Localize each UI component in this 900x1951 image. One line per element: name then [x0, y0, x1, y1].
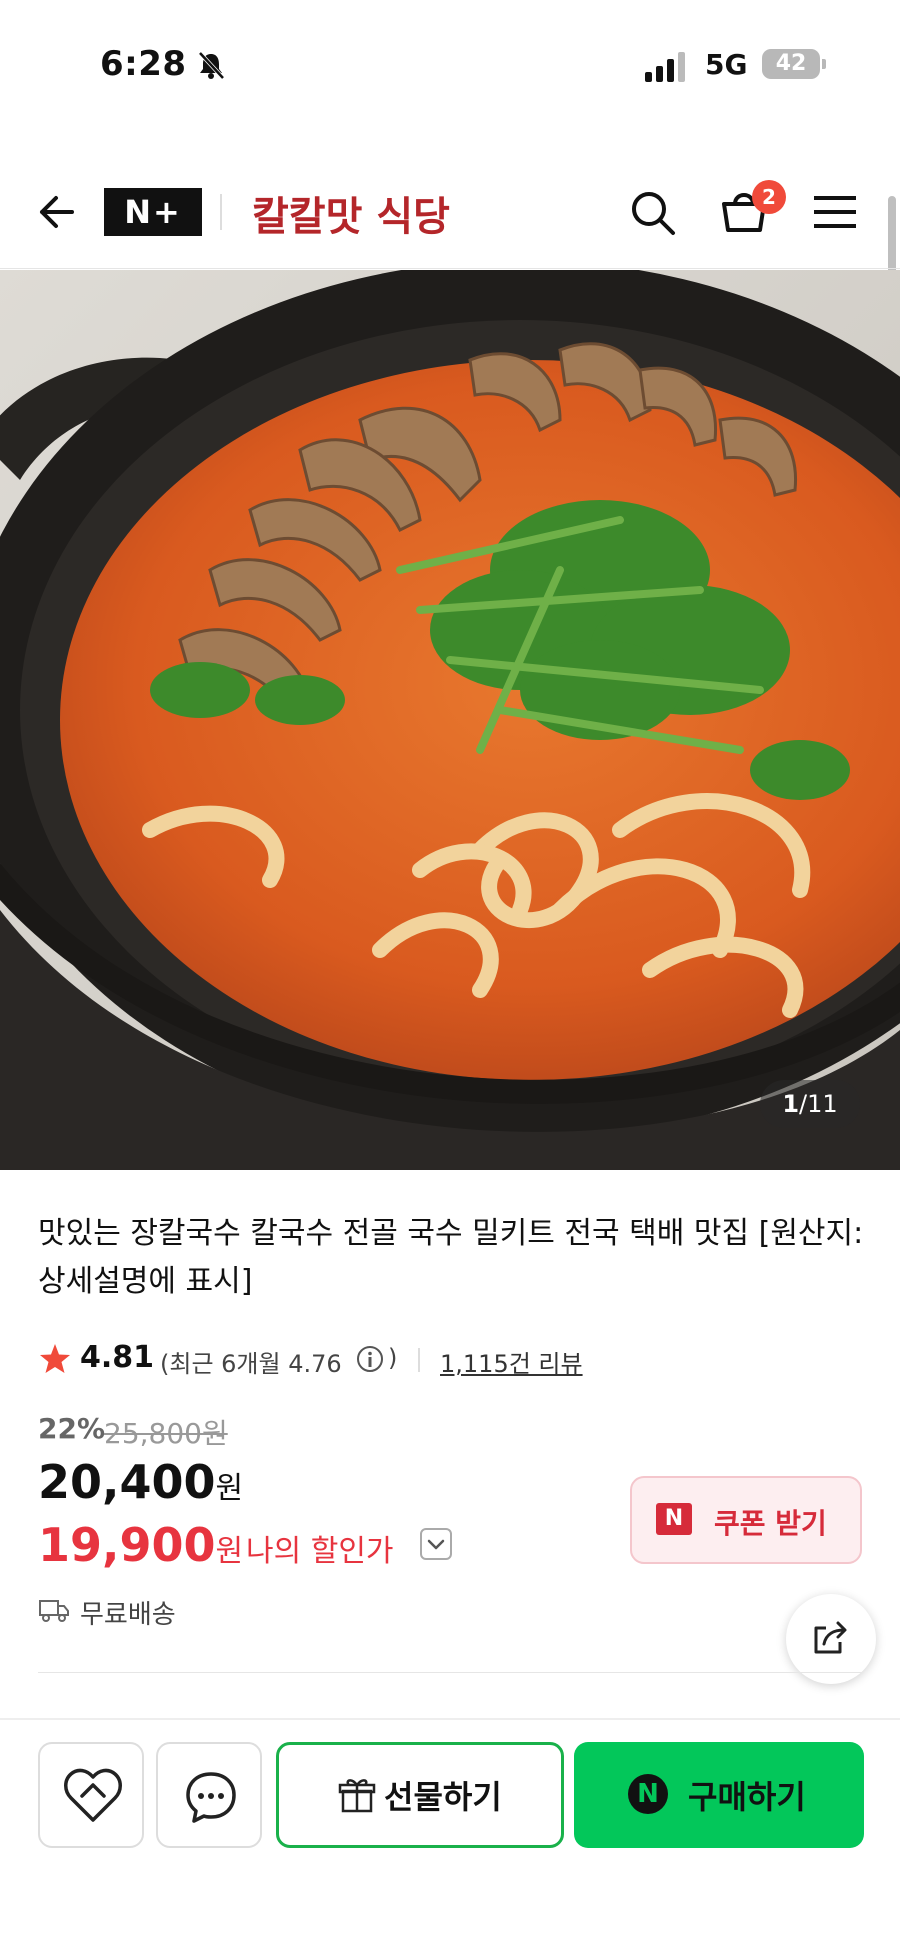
- hamburger-menu-icon[interactable]: [812, 192, 858, 232]
- search-icon[interactable]: [626, 186, 680, 240]
- truck-icon: [39, 1600, 69, 1622]
- content-divider: [38, 1672, 862, 1673]
- battery-cap: [822, 59, 826, 69]
- image-counter: 1/11: [760, 1080, 860, 1128]
- product-photo: [0, 270, 900, 1170]
- header-divider: [220, 194, 222, 230]
- gift-button-label[interactable]: 선물하기: [384, 1772, 502, 1818]
- heart-icon: [64, 1768, 122, 1822]
- back-arrow-icon[interactable]: [30, 188, 78, 236]
- status-time: 6:28: [100, 44, 187, 84]
- image-counter-total: /11: [799, 1090, 838, 1118]
- rating-separator: [418, 1348, 420, 1372]
- original-price: 25,800원: [104, 1417, 228, 1450]
- chevron-down-icon: [427, 1539, 445, 1550]
- cart-count-badge: 2: [752, 180, 786, 214]
- discount-rate: 22%: [38, 1412, 106, 1445]
- product-image[interactable]: [0, 270, 900, 1170]
- rating-value: 4.81: [80, 1340, 155, 1375]
- my-price-value: 19,900: [38, 1518, 216, 1572]
- sale-price-value: 20,400: [38, 1455, 216, 1509]
- recent-rating: (최근 6개월 4.76: [160, 1350, 342, 1378]
- network-type: 5G: [705, 48, 748, 81]
- shipping-info: 무료배송: [80, 1600, 176, 1630]
- sale-price-unit: 원: [215, 1471, 244, 1506]
- wishlist-button[interactable]: [38, 1742, 144, 1848]
- talk-button[interactable]: [156, 1742, 262, 1848]
- gift-icon: [338, 1779, 376, 1813]
- home-indicator-area: [0, 1880, 900, 1951]
- header-divider-line: [0, 268, 900, 269]
- my-discount-price: 19,900원: [38, 1518, 243, 1572]
- store-name[interactable]: 칼칼맛 식당: [252, 184, 450, 242]
- buy-button-label[interactable]: 구매하기: [688, 1772, 806, 1818]
- review-count-link[interactable]: 1,115건 리뷰: [440, 1344, 583, 1379]
- chat-bubble-icon: [186, 1772, 236, 1823]
- naver-coupon-icon: N: [656, 1503, 692, 1535]
- bottom-bar-divider: [0, 1718, 900, 1720]
- share-icon[interactable]: [808, 1614, 854, 1660]
- signal-icon: [645, 52, 685, 82]
- naver-pay-icon: N: [628, 1774, 668, 1814]
- battery-indicator: 42: [762, 49, 820, 79]
- recent-rating-close: ): [388, 1344, 398, 1372]
- bell-mute-icon: [198, 51, 225, 80]
- sale-price: 20,400원: [38, 1455, 243, 1509]
- naver-plus-badge[interactable]: N+: [104, 188, 202, 236]
- my-price-unit: 원: [215, 1534, 244, 1569]
- my-price-expand-button[interactable]: [420, 1528, 452, 1560]
- product-title: 맛있는 장칼국수 칼국수 전골 국수 밀키트 전국 택배 맛집 [원산지:상세설…: [38, 1216, 864, 1299]
- info-icon[interactable]: [356, 1345, 384, 1373]
- star-icon: [40, 1344, 70, 1373]
- my-price-label: 나의 할인가: [246, 1534, 394, 1569]
- image-counter-current: 1: [782, 1090, 800, 1118]
- coupon-button-label[interactable]: 쿠폰 받기: [714, 1502, 827, 1542]
